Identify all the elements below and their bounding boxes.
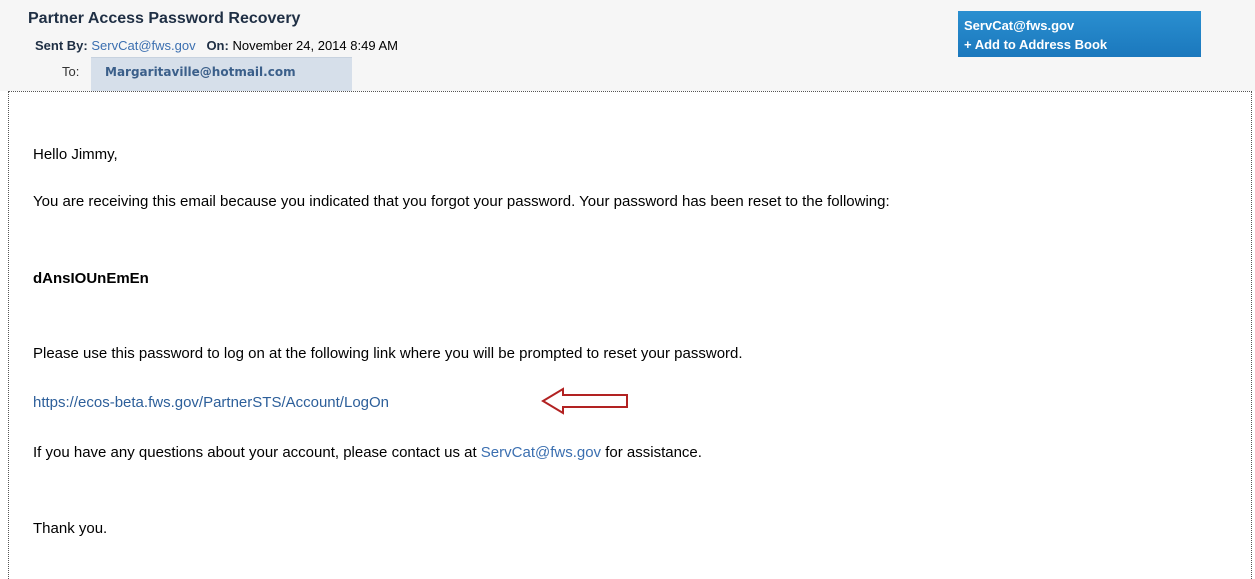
- sent-by-label: Sent By:: [35, 38, 88, 53]
- left-arrow-annotation-icon: [541, 387, 628, 415]
- email-subject: Partner Access Password Recovery: [28, 10, 301, 27]
- greeting: Hello Jimmy,: [33, 146, 118, 163]
- body-paragraph-1: You are receiving this email because you…: [33, 193, 890, 210]
- on-label: On:: [206, 38, 229, 53]
- paragraph-3-text-after: for assistance.: [601, 444, 702, 461]
- to-label: To:: [62, 64, 80, 79]
- logon-link[interactable]: https://ecos-beta.fws.gov/PartnerSTS/Acc…: [33, 394, 389, 411]
- reset-password: dAnsIOUnEmEn: [33, 270, 149, 287]
- contact-email-link[interactable]: ServCat@fws.gov: [481, 444, 601, 461]
- sent-date: November 24, 2014 8:49 AM: [232, 38, 398, 53]
- paragraph-3-text-before: If you have any questions about your acc…: [33, 444, 481, 461]
- email-body: Hello Jimmy, You are receiving this emai…: [8, 91, 1252, 579]
- sender-link[interactable]: ServCat@fws.gov: [91, 38, 195, 53]
- add-to-address-book-link[interactable]: + Add to Address Book: [964, 35, 1201, 54]
- email-header: Partner Access Password Recovery Sent By…: [0, 0, 1255, 91]
- closing: Thank you.: [33, 520, 108, 537]
- sender-box-address[interactable]: ServCat@fws.gov: [964, 16, 1201, 35]
- recipient-chip[interactable]: Margaritaville@hotmail.com: [91, 57, 352, 91]
- body-paragraph-3: If you have any questions about your acc…: [33, 444, 702, 461]
- body-paragraph-2: Please use this password to log on at th…: [33, 345, 743, 362]
- sent-by-row: Sent By: ServCat@fws.gov On: November 24…: [35, 38, 398, 53]
- sender-contact-box[interactable]: ServCat@fws.gov + Add to Address Book: [958, 11, 1201, 57]
